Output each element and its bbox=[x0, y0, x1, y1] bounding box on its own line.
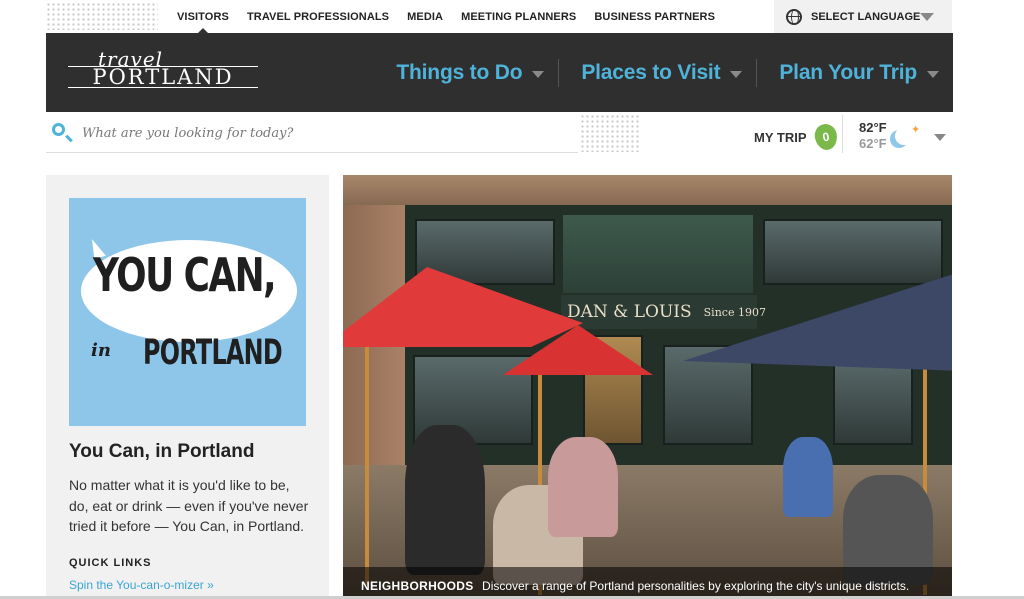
audience-nav-travel-professionals[interactable]: TRAVEL PROFESSIONALS bbox=[238, 11, 398, 23]
audience-nav-media[interactable]: MEDIA bbox=[398, 11, 452, 23]
search-input[interactable] bbox=[82, 121, 562, 145]
search-row: MY TRIP 0 82°F 62°F ✦ bbox=[46, 112, 953, 154]
main-nav-things-to-do[interactable]: Things to Do bbox=[374, 59, 558, 87]
dot-pattern-decoration bbox=[580, 114, 640, 152]
hero-caption-label: NEIGHBORHOODS bbox=[361, 579, 474, 593]
hero-caption[interactable]: NEIGHBORHOODS Discover a range of Portla… bbox=[343, 567, 952, 599]
language-selector-label: SELECT LANGUAGE bbox=[811, 10, 921, 23]
photo-restaurant-sign: DAN & LOUIS Since 1907 bbox=[561, 295, 766, 329]
chevron-down-icon bbox=[934, 134, 946, 141]
main-nav: Things to Do Places to Visit Plan Your T… bbox=[374, 33, 953, 112]
star-icon: ✦ bbox=[911, 124, 921, 136]
photo-brick-wall bbox=[343, 205, 405, 505]
chevron-down-icon bbox=[920, 13, 934, 21]
quick-links-heading: QUICK LINKS bbox=[69, 557, 152, 569]
globe-icon bbox=[786, 8, 802, 25]
chevron-down-icon bbox=[730, 70, 743, 78]
photo-awning bbox=[563, 215, 753, 293]
chevron-down-icon bbox=[532, 70, 545, 78]
main-nav-label: Plan Your Trip bbox=[779, 60, 917, 84]
sign-since: Since 1907 bbox=[703, 305, 766, 319]
search-bar bbox=[46, 112, 578, 153]
weather-widget[interactable]: 82°F 62°F ✦ bbox=[842, 115, 953, 153]
my-trip-count-badge: 0 bbox=[812, 122, 839, 152]
promo-in-text: in bbox=[91, 340, 111, 361]
photo-person bbox=[405, 425, 485, 575]
promo-portland-text: PORTLAND bbox=[143, 333, 283, 373]
my-trip-button[interactable]: MY TRIP 0 bbox=[754, 122, 839, 152]
audience-nav-meeting-planners[interactable]: MEETING PLANNERS bbox=[452, 11, 585, 23]
quick-link-you-can-o-mizer[interactable]: Spin the You-can-o-mizer » bbox=[69, 578, 214, 592]
page: VISITORS TRAVEL PROFESSIONALS MEDIA MEET… bbox=[0, 0, 1024, 599]
main-nav-plan-your-trip[interactable]: Plan Your Trip bbox=[756, 58, 953, 87]
sign-name: DAN & LOUIS bbox=[567, 302, 692, 322]
my-trip-label: MY TRIP bbox=[754, 129, 807, 145]
hero-caption-text: Discover a range of Portland personaliti… bbox=[482, 579, 910, 593]
main-nav-label: Places to Visit bbox=[581, 60, 721, 84]
dot-pattern-decoration bbox=[46, 2, 158, 30]
logo-portland-text: PORTLAND bbox=[68, 66, 258, 88]
search-icon[interactable] bbox=[52, 123, 65, 136]
language-selector[interactable]: SELECT LANGUAGE bbox=[774, 0, 952, 33]
weather-high: 82°F bbox=[859, 120, 887, 135]
main-nav-places-to-visit[interactable]: Places to Visit bbox=[558, 58, 756, 87]
weather-low: 62°F bbox=[859, 136, 887, 151]
photo-person bbox=[548, 437, 618, 537]
utility-bar: VISITORS TRAVEL PROFESSIONALS MEDIA MEET… bbox=[0, 0, 1024, 34]
promo-body: No matter what it is you'd like to be, d… bbox=[69, 477, 309, 534]
photo-umbrella-pole bbox=[365, 335, 369, 585]
audience-nav: VISITORS TRAVEL PROFESSIONALS MEDIA MEET… bbox=[168, 0, 724, 34]
audience-nav-business-partners[interactable]: BUSINESS PARTNERS bbox=[585, 11, 724, 23]
audience-nav-visitors[interactable]: VISITORS bbox=[168, 11, 238, 34]
travel-portland-logo[interactable]: travel PORTLAND bbox=[68, 47, 258, 97]
you-can-promo-image[interactable]: YOU CAN, in PORTLAND bbox=[69, 198, 306, 426]
photo-person bbox=[783, 437, 833, 517]
promo-title: You Can, in Portland bbox=[69, 441, 255, 462]
hero-photo[interactable]: DAN & LOUIS Since 1907 NEIGHBORHOODS Dis… bbox=[343, 175, 952, 599]
site-header: travel PORTLAND Things to Do Places to V… bbox=[46, 33, 953, 112]
promo-headline: YOU CAN, bbox=[93, 248, 277, 302]
promo-sidebar: YOU CAN, in PORTLAND You Can, in Portlan… bbox=[46, 175, 329, 599]
chevron-down-icon bbox=[927, 70, 939, 78]
main-nav-label: Things to Do bbox=[396, 60, 523, 84]
photo-window bbox=[763, 219, 943, 285]
